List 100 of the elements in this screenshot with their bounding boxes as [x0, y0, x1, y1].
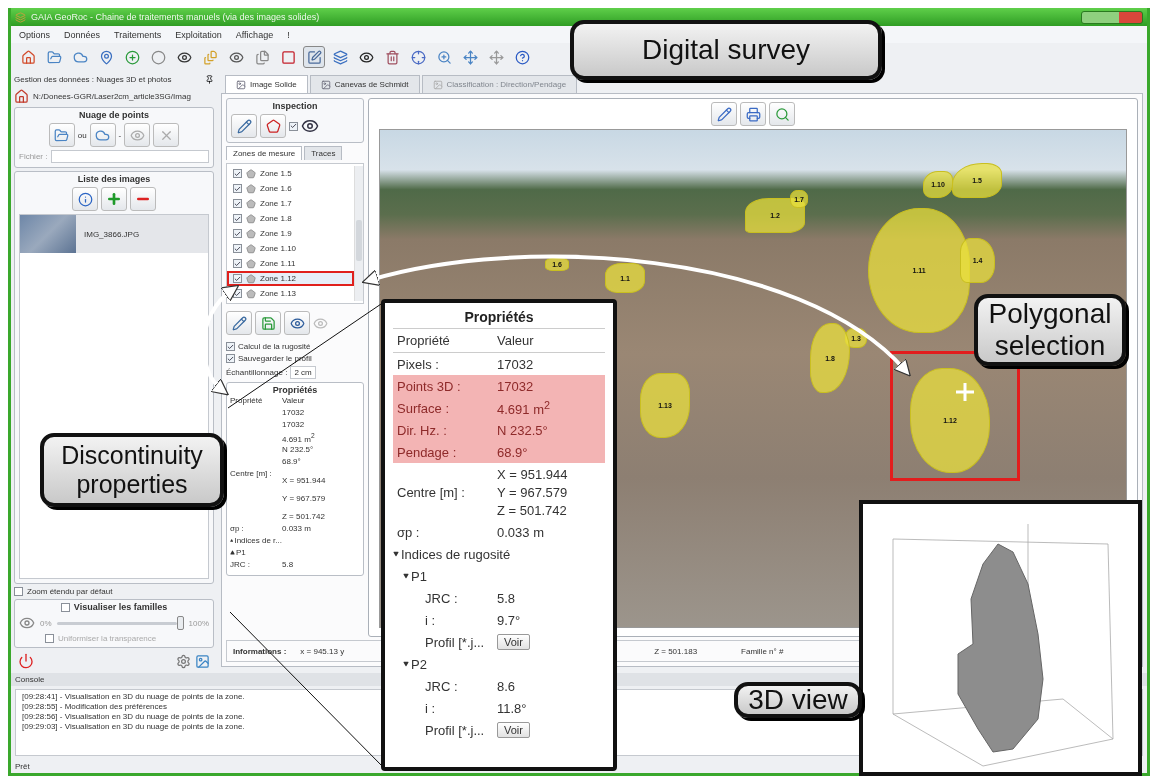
save-icon [260, 315, 276, 331]
console-title: Console [15, 675, 45, 684]
info-button[interactable] [72, 187, 98, 211]
menu-item[interactable]: Exploitation [175, 29, 222, 40]
open-cloud-button[interactable] [48, 123, 75, 147]
info-icon [77, 191, 93, 207]
property-label: Surface : [397, 400, 451, 416]
menu-item[interactable]: Traitements [114, 29, 162, 40]
checkbox[interactable] [233, 169, 242, 178]
column-header: Valeur [497, 333, 535, 348]
checkbox[interactable] [233, 199, 242, 208]
print-button[interactable] [740, 102, 766, 126]
pin-icon[interactable] [205, 75, 214, 84]
window-title: GAIA GeoRoc - Chaine de traitements manuels (via des images solides) [31, 12, 320, 22]
pencil-icon [716, 106, 732, 122]
checkbox[interactable] [226, 342, 235, 351]
checkbox[interactable] [233, 244, 242, 253]
view-cloud-button[interactable] [124, 123, 151, 147]
zone-list-item[interactable]: Zone 1.9 [227, 226, 354, 241]
slider-thumb[interactable] [176, 616, 184, 630]
menu-item[interactable]: Options [19, 29, 51, 40]
property-label: σp : [230, 523, 244, 533]
property-value: 5.8 [497, 590, 517, 606]
menu-item[interactable]: Affichage [235, 29, 274, 40]
delete-polygon-button[interactable] [260, 114, 286, 138]
tab[interactable]: Canevas de Schmidt [309, 75, 420, 93]
zone-list-item[interactable]: Zone 1.8 [227, 211, 354, 226]
menu-item[interactable]: Données [64, 29, 101, 40]
property-label: σp : [397, 524, 421, 540]
target-icon [410, 49, 426, 65]
tab[interactable]: Image Solide [225, 75, 308, 93]
file-field[interactable] [51, 150, 209, 163]
checkbox[interactable] [14, 587, 23, 596]
or-label: ou [77, 130, 87, 140]
property-value: 68.9° [282, 456, 302, 466]
load-cloud-button[interactable] [89, 123, 116, 147]
add-button[interactable] [101, 187, 127, 211]
checkbox[interactable] [60, 602, 70, 612]
search-icon [774, 106, 790, 122]
folder-icon [54, 127, 70, 143]
checkbox[interactable] [289, 121, 298, 131]
circle-icon [150, 49, 166, 65]
property-value: Z = 501.742 [282, 511, 325, 521]
dock-title: Gestion des données : Nuages 3D et photos [14, 75, 172, 84]
zone-label: Zone 1.5 [260, 169, 292, 178]
edit-button[interactable] [226, 311, 252, 335]
window-buttons[interactable] [1081, 10, 1143, 24]
search-button[interactable] [769, 102, 795, 126]
field-label: Fichier : [19, 152, 48, 161]
zone-list-item[interactable]: Zone 1.13 [227, 286, 354, 301]
view-button[interactable]: Voir [497, 634, 530, 651]
image-list-item[interactable]: IMG_3866.JPG [20, 215, 208, 253]
property-value: N 232.5° [497, 422, 549, 438]
remove-button[interactable] [130, 187, 156, 211]
polygon-edit-icon [306, 49, 322, 65]
column-header: Valeur [282, 396, 306, 405]
zone-list-item[interactable]: Zone 1.11 [227, 256, 354, 271]
property-label: Pixels : [397, 356, 440, 372]
checkbox[interactable] [233, 184, 242, 193]
property-label: i : [424, 612, 437, 628]
checkbox[interactable] [233, 274, 242, 283]
spin-box[interactable]: 2 cm [290, 366, 316, 379]
menu-item[interactable]: ! [287, 29, 290, 40]
property-value: 17032 [282, 420, 306, 429]
tab[interactable]: Traces [304, 146, 343, 160]
checkbox[interactable] [233, 259, 242, 268]
slider-max-label: 100% [188, 618, 209, 628]
move-icon [488, 49, 504, 65]
property-value: Y = 967.579 [497, 485, 568, 501]
cloud-icon [95, 127, 111, 143]
view-button[interactable]: Voir [497, 722, 530, 739]
draw-polygon-button[interactable] [231, 114, 257, 138]
image-icon[interactable] [195, 653, 210, 669]
checkbox[interactable] [45, 634, 54, 643]
status-text: Prêt [15, 761, 30, 771]
eye-icon[interactable] [301, 117, 319, 135]
zone-list-item[interactable]: Zone 1.6 [227, 181, 354, 196]
group-title: Liste des images [77, 174, 151, 184]
checkbox[interactable] [226, 354, 235, 363]
export-button[interactable] [255, 311, 281, 335]
power-icon[interactable] [18, 653, 34, 669]
settings-icon[interactable] [176, 653, 191, 669]
scrollbar[interactable] [354, 166, 363, 301]
log-line: [09:29:03] - Visualisation en 3D du nuage de points de la zone. [22, 722, 245, 731]
checkbox[interactable] [233, 214, 242, 223]
polygon-icon [265, 118, 281, 134]
property-value: 17032 [497, 378, 535, 394]
view-3d-button[interactable] [284, 311, 310, 335]
checkbox[interactable] [233, 229, 242, 238]
zone-list-item[interactable]: Zone 1.10 [227, 241, 354, 256]
tab[interactable]: Zones de mesure [226, 146, 303, 160]
app-icon [15, 11, 26, 23]
polygon-icon [246, 243, 256, 254]
zone-list-item[interactable]: Zone 1.5 [227, 166, 354, 181]
zone-list-item[interactable]: Zone 1.7 [227, 196, 354, 211]
zone-list-item[interactable]: Zone 1.12 [227, 271, 354, 286]
edit-button[interactable] [711, 102, 737, 126]
property-label: Centre [m] : [397, 484, 466, 500]
property-value: 17032 [282, 408, 306, 417]
checkbox[interactable] [233, 289, 242, 298]
